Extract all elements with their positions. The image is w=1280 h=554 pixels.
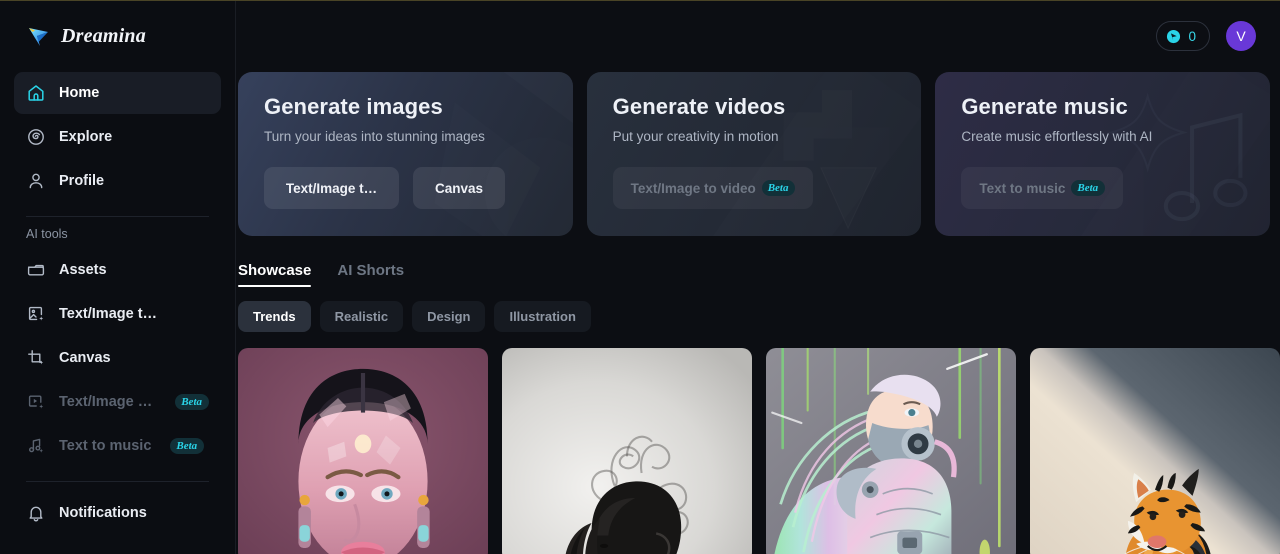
hero-button-canvas[interactable]: Canvas bbox=[413, 167, 506, 209]
chip-realistic[interactable]: Realistic bbox=[319, 301, 404, 332]
chip-illustration[interactable]: Illustration bbox=[494, 301, 591, 332]
gallery-item-smoke-hair-monochrome[interactable] bbox=[502, 348, 752, 554]
image-sparkle-icon bbox=[26, 304, 46, 324]
chip-design[interactable]: Design bbox=[412, 301, 486, 332]
chip-label: Trends bbox=[253, 309, 296, 324]
sidebar-item-text-image-to-video[interactable]: Text/Image t… Beta bbox=[14, 381, 221, 423]
beta-badge: Beta bbox=[1071, 179, 1106, 197]
credits-count: 0 bbox=[1188, 28, 1196, 44]
chip-trends[interactable]: Trends bbox=[238, 301, 311, 332]
sidebar-divider-top bbox=[26, 216, 209, 217]
browser-top-hairline bbox=[0, 0, 1280, 1]
top-bar: 0 V bbox=[236, 0, 1280, 72]
compass-icon bbox=[26, 127, 46, 147]
sidebar-item-label: Notifications bbox=[59, 505, 147, 521]
dreamina-star-icon bbox=[26, 23, 52, 49]
gallery-item-chrome-portrait-pink[interactable] bbox=[238, 348, 488, 554]
sidebar-item-assets[interactable]: Assets bbox=[14, 249, 221, 291]
canvas-frame-icon bbox=[26, 348, 46, 368]
content-tabs: Showcase AI Shorts bbox=[236, 236, 1280, 287]
beta-badge: Beta bbox=[175, 393, 209, 411]
beta-badge: Beta bbox=[170, 437, 205, 455]
chip-label: Design bbox=[427, 309, 471, 324]
tab-ai-shorts[interactable]: AI Shorts bbox=[337, 262, 404, 287]
gallery-item-tiger-sunlight[interactable] bbox=[1030, 348, 1280, 554]
sidebar-item-explore[interactable]: Explore bbox=[14, 116, 221, 158]
music-sparkle-icon bbox=[26, 436, 46, 456]
tab-showcase[interactable]: Showcase bbox=[238, 262, 312, 287]
hero-button-group: Text/Image to video Beta bbox=[612, 167, 896, 209]
brand-logo[interactable]: Dreamina bbox=[14, 0, 221, 72]
main-content: 0 V Generate images Turn your ideas into… bbox=[236, 0, 1280, 554]
chip-label: Illustration bbox=[509, 309, 576, 324]
avatar[interactable]: V bbox=[1226, 21, 1256, 51]
sidebar-item-label: Home bbox=[59, 85, 100, 101]
video-sparkle-icon bbox=[26, 392, 46, 412]
hero-button-label: Text/Image t… bbox=[285, 180, 378, 196]
sidebar-item-label: Assets bbox=[59, 262, 107, 278]
tab-label: AI Shorts bbox=[337, 262, 405, 279]
hero-button-text-to-music[interactable]: Text to music Beta bbox=[961, 167, 1124, 209]
hero-subtitle: Put your creativity in motion bbox=[612, 129, 779, 144]
credit-gem-icon bbox=[1166, 29, 1181, 44]
hero-button-label: Text/Image to video bbox=[630, 180, 756, 196]
sidebar-item-canvas[interactable]: Canvas bbox=[14, 337, 221, 379]
home-icon bbox=[26, 83, 46, 103]
hero-button-group: Text to music Beta bbox=[961, 167, 1244, 209]
hero-button-label: Canvas bbox=[435, 180, 484, 196]
sidebar-item-home[interactable]: Home bbox=[14, 72, 221, 114]
sidebar-item-text-to-music[interactable]: Text to music Beta bbox=[14, 425, 221, 467]
hero-title: Generate videos bbox=[612, 94, 786, 119]
user-icon bbox=[26, 171, 46, 191]
filter-chip-row: Trends Realistic Design Illustration bbox=[236, 287, 1280, 332]
gallery-image bbox=[766, 348, 1016, 554]
hero-card-generate-videos[interactable]: Generate videos Put your creativity in m… bbox=[586, 72, 922, 236]
gallery-image bbox=[502, 348, 752, 554]
hero-button-label: Text to music bbox=[979, 180, 1066, 196]
gallery-image bbox=[238, 348, 488, 554]
hero-button-text-image-to-video[interactable]: Text/Image to video Beta bbox=[612, 167, 814, 209]
hero-button-group: Text/Image t… Canvas bbox=[264, 167, 547, 209]
sidebar-divider-bottom bbox=[26, 481, 209, 482]
hero-card-generate-music[interactable]: Generate music Create music effortlessly… bbox=[935, 72, 1271, 236]
tab-label: Showcase bbox=[238, 262, 312, 279]
hero-button-text-image-to-image[interactable]: Text/Image t… bbox=[264, 167, 399, 209]
bell-icon bbox=[26, 503, 46, 523]
folder-icon bbox=[26, 260, 46, 280]
beta-badge: Beta bbox=[761, 179, 796, 197]
sidebar-item-label: Profile bbox=[59, 173, 105, 189]
sidebar-item-text-image-to-image[interactable]: Text/Image t… bbox=[14, 293, 221, 335]
gallery-item-cyber-android-neon[interactable] bbox=[766, 348, 1016, 554]
hero-card-generate-images[interactable]: Generate images Turn your ideas into stu… bbox=[238, 72, 573, 236]
sidebar-item-label: Text/Image t… bbox=[59, 306, 158, 322]
brand-name: Dreamina bbox=[61, 24, 146, 47]
hero-card-row: Generate images Turn your ideas into stu… bbox=[236, 72, 1280, 236]
sidebar-item-label: Text/Image t… bbox=[59, 394, 157, 410]
hero-title: Generate music bbox=[961, 94, 1128, 119]
sidebar: Dreamina Home Explore Profile AI tools A… bbox=[0, 0, 236, 554]
showcase-gallery bbox=[236, 332, 1280, 554]
credits-badge[interactable]: 0 bbox=[1156, 21, 1210, 51]
sidebar-section-label: AI tools bbox=[26, 227, 68, 241]
hero-title: Generate images bbox=[264, 94, 443, 119]
gallery-image bbox=[1030, 348, 1280, 554]
sidebar-item-profile[interactable]: Profile bbox=[14, 160, 221, 202]
hero-subtitle: Create music effortlessly with AI bbox=[961, 129, 1153, 144]
sidebar-item-notifications[interactable]: Notifications bbox=[14, 492, 221, 534]
sidebar-item-label: Explore bbox=[59, 129, 113, 145]
sidebar-item-label: Text to music bbox=[59, 438, 152, 454]
hero-subtitle: Turn your ideas into stunning images bbox=[264, 129, 485, 144]
sidebar-item-label: Canvas bbox=[59, 350, 111, 366]
chip-label: Realistic bbox=[334, 309, 389, 324]
